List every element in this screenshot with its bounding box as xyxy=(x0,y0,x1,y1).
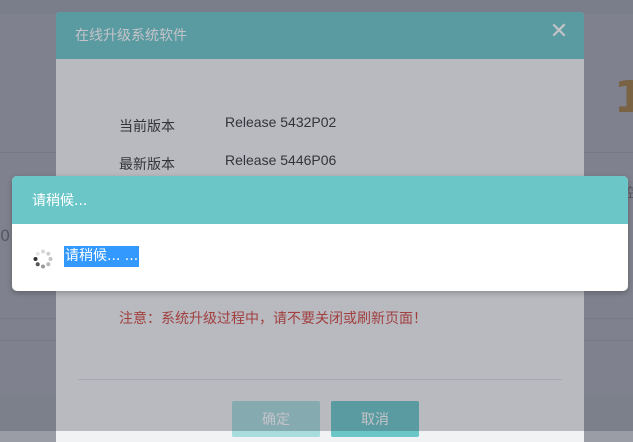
wait-message: 请稍候... ... xyxy=(64,246,140,267)
wait-dialog-header: 请稍候... xyxy=(12,176,628,224)
spinner-icon xyxy=(33,249,53,269)
wait-dialog-title: 请稍候... xyxy=(32,193,88,209)
wait-dialog: 请稍候... 请稍候... ... xyxy=(12,176,628,291)
